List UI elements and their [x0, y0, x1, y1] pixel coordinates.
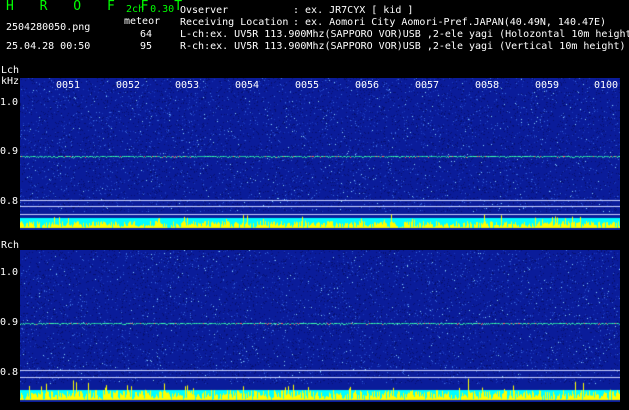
- location-label: Receiving Location: [180, 17, 289, 28]
- lch-spectrogram: 0051 0052 0053 0054 0055 0056 0057 0058 …: [20, 78, 620, 230]
- minute-label: 0058: [475, 80, 500, 91]
- observer-value: : ex. JR7CYX [ kid ]: [293, 5, 414, 16]
- minute-label: 0055: [295, 80, 320, 91]
- timestamp-label: 25.04.28 00:50: [6, 41, 91, 52]
- rch-ytick-0-8: 0.8: [0, 367, 19, 378]
- minute-label: 0054: [235, 80, 260, 91]
- lch-ytick-1-0: 1.0: [0, 97, 19, 108]
- minute-label: 0053: [175, 80, 200, 91]
- lch-ytick-0-9: 0.9: [0, 146, 19, 157]
- lch-unit-label: kHz: [1, 76, 20, 87]
- minute-label: 0059: [535, 80, 560, 91]
- minute-label: 0100: [594, 80, 619, 91]
- rch-ytick-0-9: 0.9: [0, 317, 19, 328]
- lch-info: L-ch:ex. UV5R 113.900Mhz(SAPPORO VOR)USB…: [180, 29, 629, 40]
- version-label: 2ch 0.30: [126, 4, 175, 15]
- rch-spectrogram: [20, 250, 620, 402]
- location-value: : ex. Aomori City Aomori-Pref.JAPAN(40.4…: [293, 17, 607, 28]
- lch-count: 64: [140, 29, 153, 40]
- lch-ytick-0-8: 0.8: [0, 196, 19, 207]
- rch-count: 95: [140, 41, 153, 52]
- rch-ytick-1-0: 1.0: [0, 267, 19, 278]
- mode-label: meteor: [124, 16, 161, 27]
- rch-label: Rch: [1, 240, 20, 251]
- rch-info: R-ch:ex. UV5R 113.900Mhz(SAPPORO VOR)USB…: [180, 41, 626, 52]
- minute-label: 0057: [415, 80, 440, 91]
- minute-label: 0052: [116, 80, 141, 91]
- minute-label: 0056: [355, 80, 380, 91]
- minute-label: 0051: [56, 80, 81, 91]
- hroffft-viewer: { "header": { "app_title": "H R O F F T"…: [0, 0, 629, 410]
- observer-label: Ovserver: [180, 5, 229, 16]
- filename-label: 2504280050.png: [6, 22, 91, 33]
